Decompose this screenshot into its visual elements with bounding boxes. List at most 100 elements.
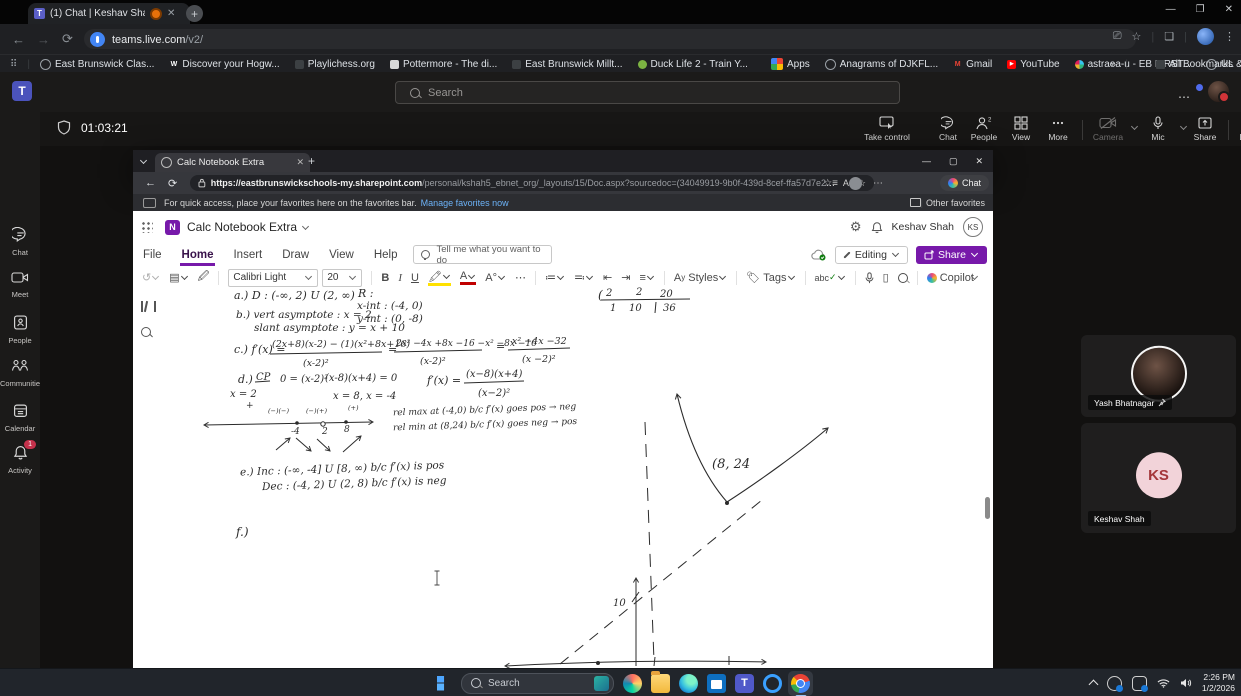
font-name-select[interactable]: Calibri Light <box>228 268 319 287</box>
alignment-button[interactable]: ≡ <box>639 272 654 284</box>
cast-icon[interactable]: ⎚ <box>1113 30 1122 43</box>
mic-permission-icon[interactable] <box>90 31 105 47</box>
start-button-icon[interactable] <box>437 675 445 691</box>
participant-tile[interactable]: KS Keshav Shah <box>1081 423 1236 533</box>
taskbar-clock[interactable]: 2:26 PM 1/2/2026 <box>1202 672 1235 695</box>
format-painter-icon[interactable]: 🖉 <box>198 268 210 287</box>
bookmark-item[interactable]: East Brunswick Millt... <box>512 59 623 70</box>
mic-button[interactable]: Mic <box>1140 116 1176 142</box>
editing-mode-button[interactable]: Editing <box>834 245 908 264</box>
all-bookmarks-button[interactable]: All Bookmarks <box>1156 59 1233 70</box>
menu-file[interactable]: File <box>143 249 162 261</box>
edge-back-icon[interactable]: ← <box>145 177 156 189</box>
take-control-button[interactable]: Take control <box>861 116 913 142</box>
undo-icon[interactable]: ↺ <box>142 271 160 284</box>
highlight-button[interactable]: 🖍 <box>427 270 451 286</box>
bookmark-item[interactable]: ▶ YouTube <box>1007 59 1060 70</box>
edge-maximize-icon[interactable]: ▢ <box>949 156 958 167</box>
edge-copilot-chat-button[interactable]: Chat <box>939 175 989 191</box>
font-size-select[interactable]: 20 <box>322 268 363 287</box>
side-panel-icon[interactable]: ❏ <box>1164 30 1174 43</box>
share-button[interactable]: Share <box>1186 116 1224 142</box>
edge-minimize-icon[interactable]: — <box>922 156 931 167</box>
favorites-hub-icon[interactable]: ☆≡ <box>823 178 838 189</box>
more-button[interactable]: More <box>1040 116 1076 142</box>
bookmark-item[interactable]: Apps <box>763 58 810 70</box>
sync-status-icon[interactable] <box>1106 675 1123 692</box>
increase-indent-icon[interactable]: ⇥ <box>621 271 630 284</box>
edge-address-bar[interactable]: https://eastbrunswickschools-my.sharepoi… <box>190 175 874 191</box>
bold-button[interactable]: B <box>381 272 389 284</box>
taskbar-chrome-icon-active[interactable] <box>788 670 813 696</box>
tray-expand-icon[interactable] <box>1088 679 1099 690</box>
tell-me-search-input[interactable]: Tell me what you want to do <box>413 244 553 266</box>
bookmark-item[interactable]: W Discover your Hogw... <box>169 59 280 70</box>
bookmark-item[interactable]: East Brunswick Clas... <box>39 58 154 70</box>
tab-close-icon[interactable]: ✕ <box>167 8 175 19</box>
account-avatar[interactable]: KS <box>963 217 983 237</box>
back-icon[interactable]: ← <box>12 32 25 47</box>
view-button[interactable]: View <box>1003 116 1039 142</box>
participant-tile[interactable]: Yash Bhatnagar <box>1081 335 1236 417</box>
menu-draw[interactable]: Draw <box>282 249 309 261</box>
edge-close-icon[interactable]: ✕ <box>975 156 983 167</box>
edge-profile-avatar[interactable] <box>849 176 862 190</box>
window-close-icon[interactable]: ✕ <box>1225 4 1233 15</box>
share-document-button[interactable]: Share <box>915 245 987 264</box>
settings-gear-icon[interactable]: ⚙ <box>850 219 862 235</box>
document-title[interactable]: Calc Notebook Extra <box>187 220 297 234</box>
taskbar-store-icon[interactable] <box>707 673 726 693</box>
bookmark-item[interactable]: Pottermore - The di... <box>389 59 497 70</box>
more-formatting-icon[interactable]: ⋯ <box>515 271 526 284</box>
edge-settings-icon[interactable]: ⋯ <box>873 178 883 189</box>
menu-insert[interactable]: Insert <box>233 249 262 261</box>
sidebar-item-calendar[interactable]: Calendar <box>0 403 40 433</box>
bookmark-item[interactable]: Duck Life 2 - Train Y... <box>637 59 748 70</box>
title-chevron-icon[interactable] <box>302 222 310 230</box>
window-maximize-icon[interactable]: ❐ <box>1196 4 1205 15</box>
taskbar-cortana-icon[interactable] <box>763 673 782 693</box>
edge-tab-close-icon[interactable]: ✕ <box>296 157 304 168</box>
copilot-button[interactable]: Copilot <box>926 272 974 284</box>
bookmark-star-icon[interactable]: ☆ <box>1132 30 1142 43</box>
teams-profile-avatar[interactable] <box>1208 81 1230 103</box>
tab-search-chevron-icon[interactable] <box>139 156 148 164</box>
window-minimize-icon[interactable]: — <box>1166 4 1176 15</box>
sidebar-item-chat[interactable]: Chat <box>0 226 40 257</box>
forward-icon[interactable]: → <box>37 32 50 47</box>
new-tab-button[interactable]: + <box>186 5 203 22</box>
chrome-menu-icon[interactable]: ⋮ <box>1224 30 1235 43</box>
taskbar-copilot-icon[interactable] <box>623 673 642 693</box>
ribbon-search-icon[interactable] <box>897 272 908 283</box>
people-button[interactable]: 2 People <box>966 116 1002 142</box>
bullet-list-button[interactable]: ≔ <box>545 271 565 284</box>
apps-grid-icon[interactable]: ⠿ <box>10 59 17 70</box>
font-color-button[interactable]: A <box>459 270 477 285</box>
manage-favorites-link[interactable]: Manage favorites now <box>421 198 509 208</box>
menu-home[interactable]: Home <box>179 249 216 266</box>
taskbar-teams-icon[interactable]: T <box>735 673 754 693</box>
teams-more-options-icon[interactable]: ⋯ <box>1178 90 1191 104</box>
numbered-list-button[interactable]: ≕ <box>574 271 594 284</box>
camera-button-disabled[interactable]: Camera <box>1088 116 1128 142</box>
immersive-reader-icon[interactable]: ▯ <box>883 271 889 284</box>
office-waffle-icon[interactable] <box>141 221 153 233</box>
chrome-tab[interactable]: T (1) Chat | Keshav Shah | Mic ✕ <box>28 3 190 24</box>
styles-button[interactable]: Ay Styles <box>674 272 727 284</box>
sidebar-item-people[interactable]: People <box>0 315 40 345</box>
canvas-search-icon[interactable] <box>141 327 151 337</box>
notebooks-icon[interactable] <box>141 301 156 312</box>
other-favorites-button[interactable]: Other favorites <box>909 198 985 208</box>
notifications-bell-icon[interactable] <box>871 221 883 234</box>
menu-help[interactable]: Help <box>374 249 398 261</box>
address-bar[interactable]: teams.live.com/v2/ <box>84 29 1136 49</box>
sidebar-item-communities[interactable]: Communities <box>0 358 44 388</box>
speaker-icon[interactable] <box>1180 678 1192 688</box>
edge-reload-icon[interactable]: ⟳ <box>168 177 177 190</box>
chrome-profile-avatar[interactable] <box>1197 28 1214 45</box>
bookmark-item[interactable]: Playlichess.org <box>294 59 375 70</box>
tags-button[interactable]: 🏷 Tags <box>746 271 795 284</box>
taskbar-search-input[interactable]: Search <box>461 672 614 694</box>
taskbar-file-explorer-icon[interactable] <box>651 670 670 693</box>
edge-tab[interactable]: Calc Notebook Extra ✕ <box>155 153 310 172</box>
